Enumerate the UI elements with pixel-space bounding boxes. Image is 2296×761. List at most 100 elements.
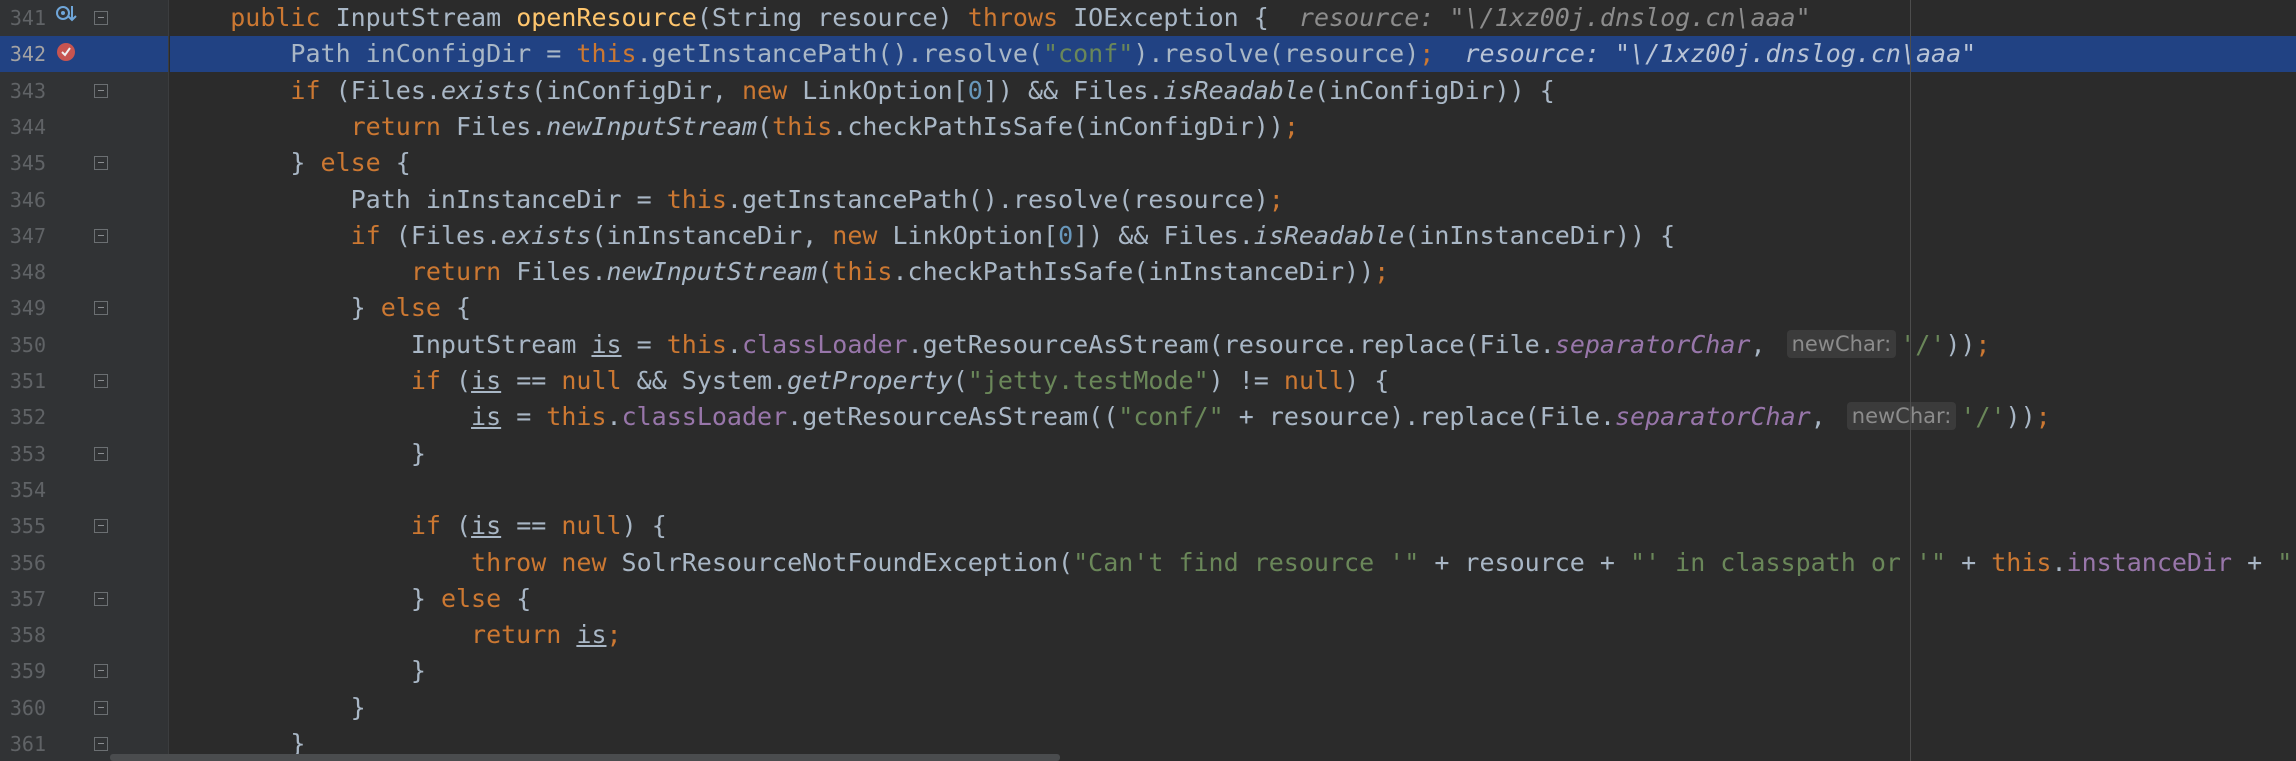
code-token: (inInstanceDir,	[591, 221, 833, 250]
line-number[interactable]: 343	[0, 73, 46, 109]
code-line[interactable]	[170, 472, 2296, 508]
code-line[interactable]: Path inInstanceDir = this.getInstancePat…	[170, 182, 2296, 218]
line-number[interactable]: 361	[0, 726, 46, 761]
line-number[interactable]: 351	[0, 363, 46, 399]
line-number[interactable]: 353	[0, 436, 46, 472]
line-number[interactable]: 360	[0, 690, 46, 726]
line-number[interactable]: 350	[0, 327, 46, 363]
code-token: else	[380, 293, 456, 322]
code-line[interactable]: } else {	[170, 581, 2296, 617]
code-line[interactable]: if (is == null) {	[170, 508, 2296, 544]
code-editor[interactable]: 341 342 343 344 345 346 347 348 349 350 351 352 353 3…	[0, 0, 2296, 761]
code-line[interactable]: return Files.newInputStream(this.checkPa…	[170, 109, 2296, 145]
code-token: (inInstanceDir)) {	[1404, 221, 1676, 250]
code-token: else	[440, 584, 517, 613]
code-line[interactable]: return is;	[170, 617, 2296, 653]
code-token: (	[817, 257, 833, 286]
line-number[interactable]: 356	[0, 545, 46, 581]
line-number[interactable]: 349	[0, 290, 46, 326]
code-token: {	[516, 584, 532, 613]
code-line[interactable]: } else {	[170, 290, 2296, 326]
inline-debug-value: resource: "\/1xz00j.dnslog.cn\aaa"	[1434, 39, 1977, 68]
line-number[interactable]: 358	[0, 617, 46, 653]
code-token: {	[455, 293, 472, 322]
line-number[interactable]: 341	[0, 0, 46, 36]
line-number[interactable]: 346	[0, 182, 46, 218]
code-line[interactable]: }	[170, 653, 2296, 689]
fold-end-icon[interactable]	[94, 737, 108, 751]
horizontal-scrollbar[interactable]	[110, 754, 1060, 761]
code-token: '/'	[1960, 402, 2006, 431]
fold-collapse-icon[interactable]	[94, 229, 108, 243]
code-token: is	[591, 330, 622, 359]
code-token: classLoader	[741, 330, 908, 359]
code-token: + resource +	[1419, 548, 1630, 577]
fold-end-icon[interactable]	[94, 447, 108, 461]
code-line[interactable]: }	[170, 436, 2296, 472]
code-token: this	[832, 257, 893, 286]
code-token: ;	[1374, 257, 1390, 286]
line-number[interactable]: 359	[0, 653, 46, 689]
line-number[interactable]: 354	[0, 472, 46, 508]
code-line[interactable]: if (is == null && System.getProperty("je…	[170, 363, 2296, 399]
fold-end-icon[interactable]	[94, 592, 108, 606]
line-number[interactable]: 357	[0, 581, 46, 617]
breakpoint-step-icon[interactable]	[54, 3, 78, 27]
line-number[interactable]: 347	[0, 218, 46, 254]
line-number[interactable]: 352	[0, 399, 46, 435]
code-token: this	[772, 112, 833, 141]
fold-end-icon[interactable]	[94, 664, 108, 678]
code-token: new	[741, 76, 803, 105]
code-line[interactable]: } else {	[170, 145, 2296, 181]
code-token: this	[546, 402, 607, 431]
code-token: separatorChar	[1615, 402, 1811, 431]
code-token: if	[410, 366, 456, 395]
code-token: "jetty.testMode"	[967, 366, 1209, 395]
breakpoint-icon[interactable]	[54, 39, 78, 63]
code-token: (Files.	[395, 221, 502, 250]
line-number[interactable]: 355	[0, 508, 46, 544]
fold-end-icon[interactable]	[94, 701, 108, 715]
code-line[interactable]: if (Files.exists(inInstanceDir, new Link…	[170, 218, 2296, 254]
code-line[interactable]: throw new SolrResourceNotFoundException(…	[170, 545, 2296, 581]
code-token: this	[666, 185, 727, 214]
code-line[interactable]: is = this.classLoader.getResourceAsStrea…	[170, 399, 2296, 435]
code-token: throw new	[471, 548, 622, 577]
code-token: '/'	[1900, 330, 1946, 359]
code-token: (	[952, 366, 968, 395]
code-line[interactable]: return Files.newInputStream(this.checkPa…	[170, 254, 2296, 290]
code-line[interactable]: InputStream is = this.classLoader.getRes…	[170, 327, 2296, 363]
code-line-current[interactable]: Path inConfigDir = this.getInstancePath(…	[170, 36, 2296, 72]
code-token: InputStream	[335, 3, 517, 32]
code-token: ;	[2035, 402, 2051, 431]
fold-end-icon[interactable]	[94, 156, 108, 170]
line-number[interactable]: 348	[0, 254, 46, 290]
fold-collapse-icon[interactable]	[94, 519, 108, 533]
code-token: 0	[1058, 221, 1074, 250]
right-margin-guide	[1910, 0, 1911, 761]
fold-end-icon[interactable]	[94, 301, 108, 315]
fold-collapse-icon[interactable]	[94, 374, 108, 388]
code-token: =	[621, 330, 667, 359]
code-token: ) !=	[1208, 366, 1284, 395]
code-token: this	[576, 39, 637, 68]
line-number[interactable]: 342	[0, 36, 46, 72]
line-number[interactable]: 345	[0, 145, 46, 181]
code-line[interactable]: public InputStream openResource(String r…	[170, 0, 2296, 36]
code-token: new	[832, 221, 893, 250]
code-token: }	[170, 439, 426, 468]
code-token: is	[576, 620, 607, 649]
line-number[interactable]: 344	[0, 109, 46, 145]
code-token: .getInstancePath().resolve(	[636, 39, 1043, 68]
code-token: (	[455, 511, 472, 540]
code-line[interactable]: if (Files.exists(inConfigDir, new LinkOp…	[170, 73, 2296, 109]
fold-collapse-icon[interactable]	[94, 11, 108, 25]
code-line[interactable]: }	[170, 690, 2296, 726]
fold-collapse-icon[interactable]	[94, 84, 108, 98]
code-token: return	[410, 257, 517, 286]
